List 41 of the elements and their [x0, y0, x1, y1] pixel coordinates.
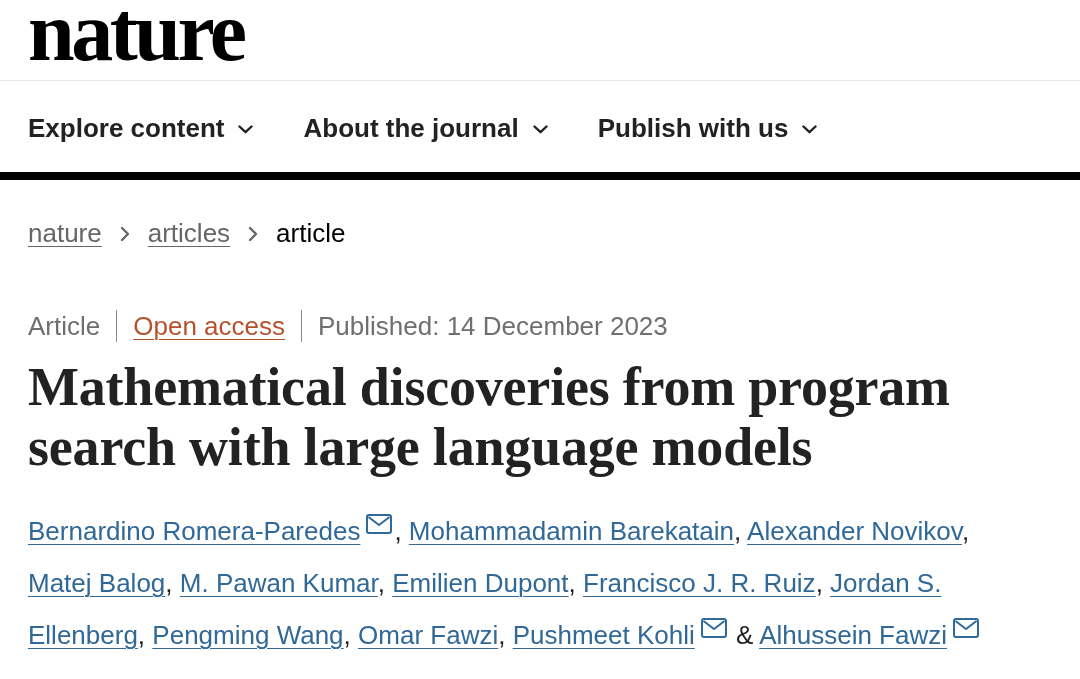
envelope-icon[interactable] [700, 618, 727, 638]
author-link[interactable]: Matej Balog [28, 568, 166, 598]
author-link[interactable]: Ellenberg [28, 620, 138, 650]
separator-text: , [734, 516, 742, 546]
author-link[interactable]: Emilien Dupont [392, 568, 569, 598]
article-type: Article [28, 310, 101, 342]
nav-menu-button[interactable]: Explore content [28, 112, 254, 144]
nav-menu-button[interactable]: Publish with us [597, 112, 818, 144]
article-title: Mathematical discoveries from program search with large language models [28, 357, 951, 477]
separator-text: , [568, 568, 576, 598]
open-access-link[interactable]: Open access [133, 310, 285, 342]
author-link[interactable]: Bernardino Romera-Paredes [28, 516, 361, 546]
envelope-icon[interactable] [366, 514, 393, 534]
site-logo[interactable]: nature [28, 0, 244, 64]
published-date: Published: 14 December 2023 [318, 310, 668, 342]
separator-text: , [498, 620, 506, 650]
author-link[interactable]: Jordan S. [830, 568, 942, 598]
separator-text: , [343, 620, 351, 650]
author-link[interactable]: Francisco J. R. Ruiz [583, 568, 816, 598]
author-link[interactable]: Alexander Novikov [747, 516, 962, 546]
chevron-right-icon [248, 225, 259, 242]
separator-text: , [394, 516, 402, 546]
breadcrumb-link[interactable]: nature [28, 218, 102, 248]
chevron-down-icon [532, 124, 548, 134]
chevron-down-icon [238, 124, 254, 134]
separator-text: , [165, 568, 173, 598]
nav-menu-button[interactable]: About the journal [303, 112, 548, 144]
breadcrumb-link[interactable]: articles [147, 218, 231, 248]
separator-text: & [735, 620, 754, 650]
author-link[interactable]: Pengming Wang [152, 620, 344, 650]
separator-text: , [815, 568, 823, 598]
envelope-icon[interactable] [953, 618, 979, 638]
chevron-down-icon [802, 124, 818, 134]
author-link[interactable]: Mohammadamin Barekatain [408, 516, 734, 546]
author-link[interactable]: Omar Fawzi [358, 620, 499, 650]
author-link[interactable]: Alhussein Fawzi [759, 620, 947, 650]
author-link[interactable]: M. Pawan Kumar [179, 568, 378, 598]
author-link[interactable]: Pushmeet Kohli [512, 620, 695, 650]
breadcrumb-current: article [276, 218, 346, 248]
separator-text: , [137, 620, 146, 650]
chevron-right-icon [119, 225, 130, 242]
